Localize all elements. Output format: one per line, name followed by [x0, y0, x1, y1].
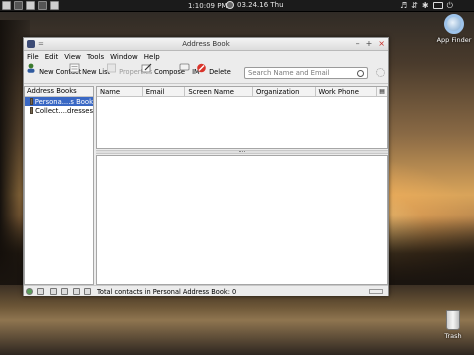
new-list-icon [69, 63, 80, 73]
terminal-icon[interactable] [14, 1, 23, 10]
properties-icon [107, 63, 116, 73]
menu-bar: File Edit View Tools Window Help [24, 51, 388, 62]
address-book-personal[interactable]: Persona....s Book [25, 97, 93, 106]
address-book-label: Persona....s Book [34, 97, 93, 106]
menu-view[interactable]: View [64, 53, 81, 61]
trash-icon [446, 310, 460, 330]
chat-icon [179, 63, 190, 73]
app-finder-shortcut[interactable]: App Finder [436, 14, 472, 44]
status-bar: Total contacts in Personal Address Book:… [24, 285, 388, 296]
clock-icon [226, 1, 234, 9]
menu-edit[interactable]: Edit [45, 53, 59, 61]
pencil-icon[interactable] [50, 288, 57, 295]
address-book-icon [30, 107, 34, 114]
address-books-pane: Address Books Persona....s Book Collect.… [24, 86, 94, 285]
column-email[interactable]: Email [143, 87, 186, 97]
column-screen-name[interactable]: Screen Name [185, 87, 253, 97]
magnifier-icon [444, 14, 464, 34]
contact-list[interactable]: Name Email Screen Name Organization Work… [96, 86, 388, 149]
window-controls: – + × [356, 39, 385, 49]
volume-icon[interactable]: ♬ [400, 1, 407, 10]
maximize-button[interactable]: + [366, 39, 373, 49]
contact-preview-pane [96, 155, 388, 285]
splitter-grip[interactable] [239, 151, 245, 153]
address-book-window: = Address Book – + × File Edit View Tool… [23, 37, 389, 296]
browser-icon[interactable] [38, 1, 47, 10]
menu-file[interactable]: File [27, 53, 39, 61]
delete-button[interactable]: Delete [196, 63, 231, 76]
menu-icon[interactable] [2, 1, 11, 10]
panel-date-label: 03.24.16 Thu [237, 1, 284, 9]
panel-clock[interactable]: 1:10:09 PM [188, 2, 227, 10]
file-manager-icon[interactable] [26, 1, 35, 10]
trash-label: Trash [444, 332, 462, 340]
minimize-button[interactable]: – [356, 39, 360, 49]
bluetooth-icon[interactable]: ✱ [422, 1, 429, 10]
system-tray: ♬ ⇵ ✱ ⏻ [400, 1, 453, 10]
new-list-button[interactable]: New List [69, 63, 110, 76]
address-book-icon [30, 98, 33, 105]
addressbook-status-icon[interactable] [61, 288, 68, 295]
progress-meter [369, 289, 383, 294]
address-books-header[interactable]: Address Books [25, 87, 93, 97]
app-finder-label: App Finder [436, 36, 472, 44]
activity-throbber-icon [376, 68, 385, 77]
compose-icon [141, 63, 152, 73]
address-book-label: Collect....dresses [35, 106, 93, 115]
menu-help[interactable]: Help [144, 53, 160, 61]
column-picker-icon[interactable]: ▤ [377, 87, 387, 96]
pane-splitter[interactable] [96, 150, 388, 154]
contact-list-header: Name Email Screen Name Organization Work… [97, 87, 387, 97]
text-editor-icon[interactable] [50, 1, 59, 10]
address-book-collected[interactable]: Collect....dresses [25, 106, 93, 115]
close-button[interactable]: × [378, 39, 385, 49]
column-organization[interactable]: Organization [253, 87, 316, 97]
search-placeholder: Search Name and Email [248, 69, 330, 77]
panel-launchers [2, 1, 59, 10]
search-input[interactable]: Search Name and Email [244, 67, 368, 79]
menu-tools[interactable]: Tools [87, 53, 104, 61]
trash-shortcut[interactable]: Trash [438, 310, 468, 340]
offline-icon[interactable] [37, 288, 44, 295]
new-contact-icon [27, 63, 35, 73]
status-text: Total contacts in Personal Address Book:… [97, 288, 237, 296]
column-work-phone[interactable]: Work Phone [316, 87, 378, 97]
network-icon[interactable]: ⇵ [411, 1, 418, 10]
chat-status-icon[interactable] [73, 288, 80, 295]
window-titlebar[interactable]: = Address Book – + × [24, 38, 388, 51]
top-panel: 1:10:09 PM 03.24.16 Thu ♬ ⇵ ✱ ⏻ [0, 0, 474, 12]
delete-icon [197, 63, 206, 73]
toolbar: New Contact New List Properties Compose [24, 62, 388, 84]
main-content: Address Books Persona....s Book Collect.… [24, 85, 388, 285]
column-name[interactable]: Name [97, 87, 143, 97]
contacts-pane: Name Email Screen Name Organization Work… [96, 86, 388, 285]
panel-date[interactable]: 03.24.16 Thu [226, 1, 284, 9]
calendar-icon[interactable] [84, 288, 91, 295]
battery-icon[interactable] [432, 2, 443, 9]
menu-window[interactable]: Window [110, 53, 138, 61]
online-status-icon[interactable] [26, 288, 33, 295]
search-icon[interactable] [357, 70, 364, 77]
delete-label: Delete [209, 68, 231, 76]
power-icon[interactable]: ⏻ [447, 1, 453, 10]
window-title: Address Book [182, 40, 230, 48]
